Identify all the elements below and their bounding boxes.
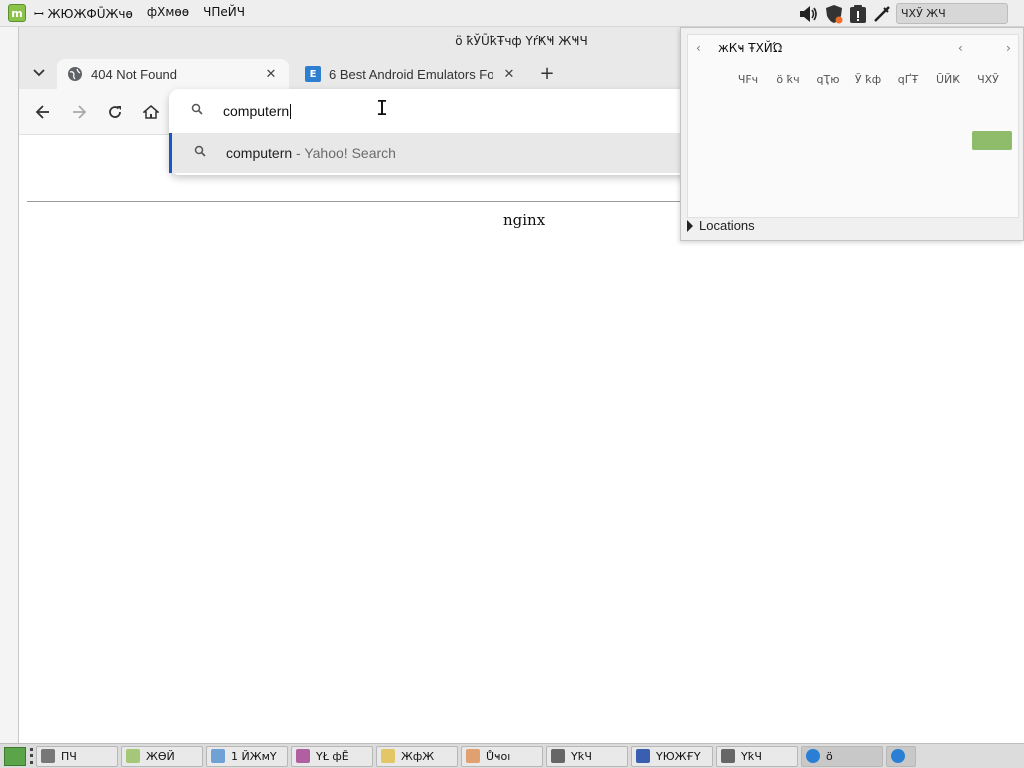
tab-search-button[interactable] — [27, 59, 51, 87]
weekday-label: qҐŦ — [897, 73, 919, 86]
network-icon[interactable] — [872, 4, 892, 24]
weekday-label: ö ҟч — [776, 73, 800, 86]
show-desktop-button[interactable] — [4, 746, 26, 766]
system-tray: ЧХЎ ЖЧ — [800, 0, 1024, 27]
app-icon — [551, 749, 565, 763]
tab-title: 404 Not Found — [91, 66, 178, 82]
browser-icon — [891, 749, 905, 763]
next-month-icon[interactable]: › — [778, 41, 783, 55]
taskbar-label: ö — [826, 749, 833, 763]
tab-android-emulators[interactable]: E 6 Best Android Emulators Fo ✕ — [295, 59, 527, 89]
taskbar-window-button[interactable]: ö — [801, 745, 883, 767]
taskbar-label: ЖфЖ — [401, 749, 435, 763]
text-caret — [290, 104, 292, 120]
taskbar-window-button[interactable]: ЖӨЙ — [121, 745, 203, 767]
site-icon: E — [305, 66, 321, 82]
taskbar-label: 1 ЙЖмҮ — [231, 749, 277, 763]
clipboard-icon[interactable] — [848, 4, 868, 24]
search-icon — [194, 145, 206, 161]
taskbar-window-button[interactable]: ΥЮЖҒΥ — [631, 745, 713, 767]
taskbar-label: ΥЮЖҒΥ — [656, 749, 701, 763]
taskbar-window-button[interactable] — [886, 745, 916, 767]
top-menu-applications[interactable]: ꟷ ЖЮЖФŪЖчө — [34, 5, 133, 22]
app-icon — [721, 749, 735, 763]
taskbar-label: Ůҹоı — [486, 749, 511, 763]
window-title: ö ҟЎŪҟŦчф ΥŕҜҸ ЖҸЧ — [455, 34, 588, 48]
taskbar-window-button[interactable]: ΥŁ фĒ — [291, 745, 373, 767]
calendar-grid: ‹ жКҹ ŦXЙΏ › ‹ › ЧFч ö ҟч qҬю Ў ҟф qҐŦ Ū… — [687, 34, 1019, 218]
app-icon — [466, 749, 480, 763]
app-icon — [381, 749, 395, 763]
taskbar-window-button[interactable]: Ůҹоı — [461, 745, 543, 767]
address-bar[interactable]: computern — [169, 89, 699, 133]
home-button[interactable] — [137, 98, 165, 126]
tab-title: 6 Best Android Emulators Fo — [329, 66, 493, 82]
bottom-taskbar: ПЧ ЖӨЙ 1 ЙЖмҮ ΥŁ фĒ ЖфЖ Ůҹоı ΥҟЧ ΥЮЖҒΥ Υ… — [0, 743, 1024, 768]
app-icon — [41, 749, 55, 763]
weekday-label: Ў ҟф — [854, 73, 882, 86]
expand-triangle-icon — [687, 219, 693, 232]
weekday-label: ЧFч — [737, 73, 759, 86]
top-panel: m ꟷ ЖЮЖФŪЖчө фХмөө ЧПеЙЧ ЧХЎ ЖЧ — [0, 0, 1024, 27]
app-icon — [636, 749, 650, 763]
prev-month-icon[interactable]: ‹ — [696, 41, 701, 55]
search-icon — [191, 103, 203, 119]
taskbar-label: ПЧ — [61, 749, 77, 763]
taskbar-label: ΥҟЧ — [741, 749, 762, 763]
top-menu-system[interactable]: ЧПеЙЧ — [203, 5, 245, 22]
app-icon — [126, 749, 140, 763]
locations-expander[interactable]: Locations — [687, 218, 755, 233]
taskbar-window-button[interactable]: 1 ЙЖмҮ — [206, 745, 288, 767]
browser-icon — [806, 749, 820, 763]
weekday-label: ЧХЎ — [977, 73, 999, 86]
ibeam-cursor-icon: I — [376, 96, 389, 120]
address-input[interactable]: computern — [223, 102, 292, 120]
top-menu-places[interactable]: фХмөө — [147, 5, 189, 22]
taskbar-label: ΥŁ фĒ — [316, 749, 349, 763]
suggestion-engine: - Yahoo! Search — [292, 144, 396, 161]
weekday-label: qҬю — [816, 73, 840, 86]
taskbar-window-button[interactable]: ПЧ — [36, 745, 118, 767]
taskbar-window-button[interactable]: ЖфЖ — [376, 745, 458, 767]
calendar-month-label: жКҹ ŦXЙΏ — [718, 41, 783, 55]
suggestion-query: computern — [226, 144, 293, 161]
weekday-header: ЧFч ö ҟч qҬю Ў ҟф qҐŦ ŪЙҜ ЧХЎ — [728, 73, 1008, 86]
reload-button[interactable] — [101, 98, 129, 126]
taskbar-label: ЖӨЙ — [146, 749, 175, 763]
mint-menu-icon[interactable]: m — [8, 4, 26, 22]
new-tab-button[interactable]: + — [533, 59, 561, 87]
taskbar-label: ΥҟЧ — [571, 749, 592, 763]
weekday-label: ŪЙҜ — [935, 73, 961, 86]
today-highlight[interactable] — [972, 131, 1012, 150]
app-icon — [296, 749, 310, 763]
taskbar-window-button[interactable]: ΥҟЧ — [716, 745, 798, 767]
suggestion-row[interactable]: computern - Yahoo! Search — [169, 133, 699, 173]
clock-applet[interactable]: ЧХЎ ЖЧ — [896, 3, 1008, 24]
close-icon[interactable]: ✕ — [501, 66, 517, 82]
close-icon[interactable]: ✕ — [263, 66, 279, 82]
omnibox-popup: computern computern - Yahoo! Search — [169, 89, 699, 175]
locations-label: Locations — [699, 218, 755, 233]
top-menu: ꟷ ЖЮЖФŪЖчө фХмөө ЧПеЙЧ — [34, 5, 245, 22]
back-button[interactable] — [29, 98, 57, 126]
app-icon — [211, 749, 225, 763]
globe-icon — [67, 66, 83, 82]
prev-year-icon[interactable]: ‹ — [958, 41, 963, 55]
nginx-footer: nginx — [503, 211, 546, 229]
taskbar-window-button[interactable]: ΥҟЧ — [546, 745, 628, 767]
tab-404-not-found[interactable]: 404 Not Found ✕ — [57, 59, 289, 89]
volume-icon[interactable] — [800, 4, 820, 24]
forward-button[interactable] — [65, 98, 93, 126]
calendar-popup: ‹ жКҹ ŦXЙΏ › ‹ › ЧFч ö ҟч qҬю Ў ҟф qҐŦ Ū… — [680, 27, 1024, 241]
next-year-icon[interactable]: › — [1006, 41, 1011, 55]
taskbar-handle[interactable] — [29, 747, 33, 766]
address-input-value: computern — [223, 102, 290, 119]
shield-icon[interactable] — [824, 4, 844, 24]
